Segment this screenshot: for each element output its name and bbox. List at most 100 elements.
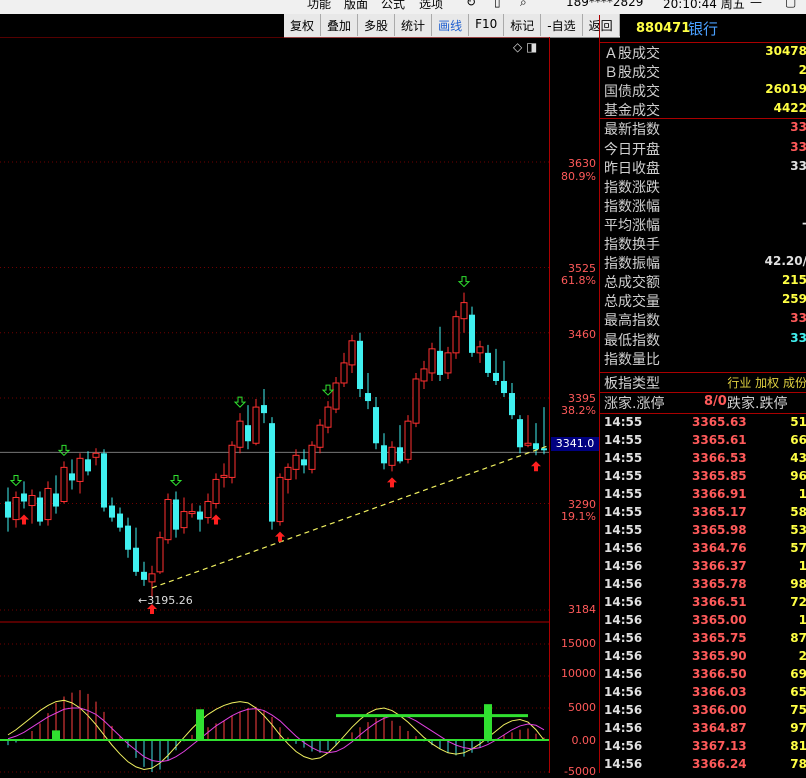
tick-time: 14:56: [604, 721, 643, 735]
macd-marker-block: [52, 730, 60, 740]
candle-body: [180, 511, 188, 529]
toolbar-draw-line[interactable]: 画线: [432, 14, 470, 36]
tick-price: 3366.51: [692, 595, 747, 609]
tick-price: 3365.78: [692, 577, 747, 591]
candle-body: [261, 405, 267, 414]
sell-arrow-icon: [169, 474, 183, 487]
ticks-sep-top: [600, 413, 806, 414]
tick-time: 14:56: [604, 757, 643, 771]
tick-price: 3364.87: [692, 721, 747, 735]
toolbar-statistics[interactable]: 统计: [395, 14, 433, 36]
menu-item-options[interactable]: 选项: [419, 0, 443, 12]
low-value: 3195.26: [147, 594, 193, 607]
toolbar-watchlist[interactable]: -自选: [541, 14, 583, 36]
tick-price: 3365.90: [692, 649, 747, 663]
main-chart-area[interactable]: ◇ ◨ ←3195.26: [0, 37, 549, 773]
tick-volume: 98: [790, 577, 806, 591]
tick-row[interactable]: 14:56 3366.00 75: [600, 703, 806, 721]
candle-body: [493, 372, 499, 381]
tick-row[interactable]: 14:56 3367.13 81: [600, 739, 806, 757]
tick-time: 14:56: [604, 703, 643, 717]
toolbar-multi-stock[interactable]: 多股: [358, 14, 396, 36]
candle-body: [476, 346, 484, 354]
tick-row[interactable]: 14:55 3365.61 66: [600, 433, 806, 451]
tick-price: 3366.91: [692, 487, 747, 501]
candle-body: [420, 368, 428, 382]
candle-body: [517, 419, 523, 448]
candle-body: [220, 474, 228, 478]
tick-row[interactable]: 14:55 3365.98 53: [600, 523, 806, 541]
minimize-icon[interactable]: —: [750, 0, 762, 9]
candlestick-chart[interactable]: [0, 37, 549, 773]
tick-row[interactable]: 14:55 3366.53 43: [600, 451, 806, 469]
tick-price: 3367.13: [692, 739, 747, 753]
tick-row[interactable]: 14:56 3364.76 57: [600, 541, 806, 559]
toolbar-f10[interactable]: F10: [469, 14, 505, 36]
candle-body: [252, 406, 260, 444]
candle-body: [340, 362, 348, 384]
tick-row[interactable]: 14:56 3366.51 72: [600, 595, 806, 613]
buy-arrow-icon: [387, 477, 397, 488]
tick-row[interactable]: 14:56 3366.50 69: [600, 667, 806, 685]
stat-label: 指数振幅: [604, 256, 660, 273]
stat-row: 总成交量 259: [600, 291, 806, 310]
candle-body: [404, 420, 412, 460]
tick-row[interactable]: 14:55 3365.17 58: [600, 505, 806, 523]
axis-pct-809: 80.9%: [561, 170, 596, 183]
tick-row[interactable]: 14:56 3366.37 1: [600, 559, 806, 577]
toolbar-overlay[interactable]: 叠加: [321, 14, 359, 36]
search-icon[interactable]: ⌕: [520, 0, 527, 10]
stat-label: 指数涨跌: [604, 179, 660, 196]
tick-row[interactable]: 14:56 3365.75 87: [600, 631, 806, 649]
chart-settings-icons[interactable]: ◇ ◨: [513, 40, 537, 54]
stat-row: 指数换手: [600, 234, 806, 253]
buy-arrow-icon: [19, 514, 29, 525]
tick-time: 14:56: [604, 631, 643, 645]
tick-volume: 96: [790, 469, 806, 483]
tick-row[interactable]: 14:56 3365.78 98: [600, 577, 806, 595]
candle-body: [28, 494, 36, 507]
candle-body: [212, 478, 220, 505]
menu-item-function[interactable]: 功能: [307, 0, 331, 12]
axis-ind-15000: 15000: [561, 637, 596, 650]
stat-row: 指数涨跌: [600, 177, 806, 196]
refresh-icon[interactable]: ↻: [466, 0, 476, 9]
stat-label: 国债成交: [604, 84, 660, 101]
tick-row[interactable]: 14:56 3365.00 1: [600, 613, 806, 631]
stat-value: 42.20/: [764, 254, 806, 269]
top-menu-bar: 功能 版面 公式 选项 ↻ ▯ ⌕ 189****2829 20:10:44 周…: [0, 0, 806, 14]
tick-row[interactable]: 14:55 3365.85 96: [600, 469, 806, 487]
current-price-tag: 3341.0: [551, 437, 599, 451]
save-icon[interactable]: ▯: [494, 0, 501, 9]
tick-row[interactable]: 14:56 3365.90 2: [600, 649, 806, 667]
candle-body: [316, 424, 324, 448]
buy-arrow-icon: [531, 461, 541, 472]
tick-row[interactable]: 14:56 3366.03 65: [600, 685, 806, 703]
menu-item-formula[interactable]: 公式: [381, 0, 405, 12]
candle-body: [236, 420, 244, 448]
tick-row[interactable]: 14:55 3366.91 1: [600, 487, 806, 505]
toolbar-restore-rights[interactable]: 复权: [284, 14, 322, 36]
toolbar-mark[interactable]: 标记: [504, 14, 542, 36]
tick-volume: 66: [790, 433, 806, 447]
candle-body: [444, 352, 452, 374]
tick-price: 3366.00: [692, 703, 747, 717]
stat-value: 33: [790, 139, 806, 154]
candle-body: [397, 447, 403, 462]
stat-label: Ｂ股成交: [604, 65, 660, 82]
tick-row[interactable]: 14:56 3366.24 78: [600, 757, 806, 775]
tick-row[interactable]: 14:56 3364.87 97: [600, 721, 806, 739]
candle-body: [524, 442, 532, 446]
restore-icon[interactable]: ▢: [785, 0, 796, 9]
stat-row: 指数涨幅: [600, 196, 806, 215]
candle-body: [308, 444, 316, 470]
tick-row[interactable]: 14:55 3365.63 51: [600, 415, 806, 433]
candle-body: [485, 352, 491, 373]
stat-label: 最高指数: [604, 313, 660, 330]
tick-time: 14:56: [604, 559, 643, 573]
tick-price: 3365.17: [692, 505, 747, 519]
candle-body: [101, 453, 107, 508]
menu-item-layout[interactable]: 版面: [344, 0, 368, 12]
stat-row: 昨日收盘 33: [600, 158, 806, 177]
tick-time: 14:55: [604, 523, 643, 537]
